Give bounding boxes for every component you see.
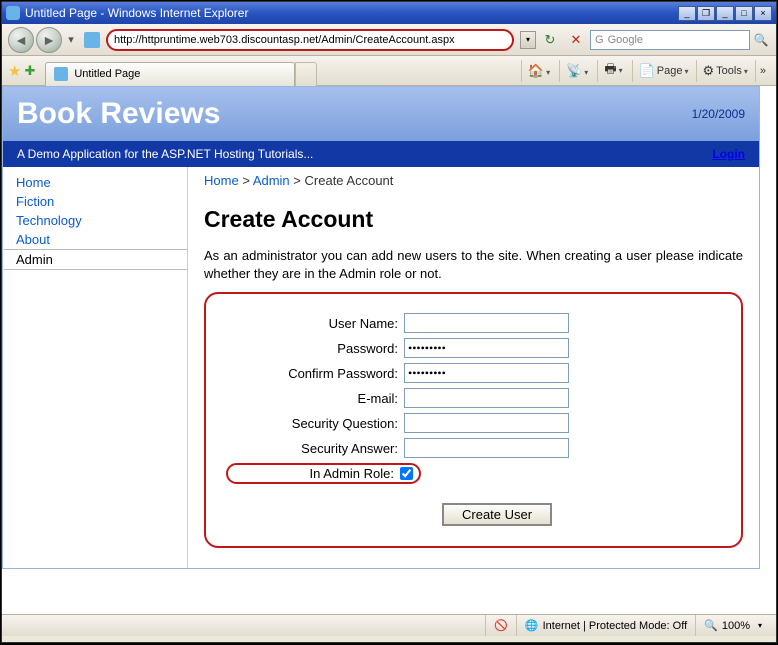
page-menu[interactable]: Page <box>657 65 689 77</box>
breadcrumb-home[interactable]: Home <box>204 173 239 188</box>
sidebar-item-admin[interactable]: Admin <box>4 249 187 270</box>
admin-role-checkbox[interactable] <box>400 467 413 480</box>
tools-menu[interactable]: Tools <box>716 65 748 77</box>
address-input[interactable] <box>114 34 506 46</box>
restore-down-button[interactable]: ❐ <box>697 6 715 21</box>
refresh-button[interactable]: ↻ <box>540 30 560 50</box>
forward-button[interactable]: ► <box>36 27 62 53</box>
expand-commands[interactable]: » <box>760 65 766 77</box>
intro-text: As an administrator you can add new user… <box>204 247 743 282</box>
form-highlight: User Name: Password: Confirm Password: <box>204 292 743 548</box>
feeds-button[interactable]: 📡 <box>566 63 588 79</box>
security-question-input[interactable] <box>404 413 569 433</box>
close-button[interactable]: × <box>754 6 772 21</box>
home-button[interactable]: 🏠 <box>528 63 550 79</box>
favorites-icon[interactable]: ★ <box>8 62 21 80</box>
content-area: Book Reviews 1/20/2009 A Demo Applicatio… <box>2 86 776 614</box>
tab-page-icon <box>54 67 68 81</box>
status-zone-text: Internet | Protected Mode: Off <box>543 620 688 632</box>
back-button[interactable]: ◄ <box>8 27 34 53</box>
tools-menu-icon: ⚙ <box>703 63 715 79</box>
stop-button[interactable]: ✕ <box>566 30 586 50</box>
zoom-icon[interactable]: 🔍 <box>704 619 718 632</box>
sidebar-item-technology[interactable]: Technology <box>4 211 187 230</box>
label-email: E-mail: <box>226 391 398 406</box>
main-content: Home > Admin > Create Account Create Acc… <box>188 167 759 568</box>
confirm-password-input[interactable] <box>404 363 569 383</box>
label-security-question: Security Question: <box>226 416 398 431</box>
browser-tab[interactable]: Untitled Page <box>45 62 295 86</box>
ie-window: Untitled Page - Windows Internet Explore… <box>1 1 777 643</box>
login-link[interactable]: Login <box>712 147 745 161</box>
header-date: 1/20/2009 <box>692 107 745 121</box>
sidebar: Home Fiction Technology About Admin <box>3 167 188 568</box>
nav-history-dropdown[interactable]: ▾ <box>64 27 78 53</box>
label-confirm-password: Confirm Password: <box>226 366 398 381</box>
maximize-button[interactable]: □ <box>735 6 753 21</box>
print-button[interactable]: 🖶 <box>604 60 622 82</box>
new-tab-button[interactable] <box>295 62 317 86</box>
breadcrumb-current: Create Account <box>305 173 394 188</box>
search-button[interactable]: 🔍 <box>752 33 770 47</box>
google-icon: G <box>595 34 604 46</box>
search-placeholder: Google <box>608 34 643 46</box>
globe-icon: 🌐 <box>525 619 539 632</box>
add-favorite-icon[interactable]: ✚ <box>24 63 35 79</box>
site-title: Book Reviews <box>17 97 220 131</box>
page-menu-icon: 📄 <box>639 63 655 79</box>
breadcrumb-admin[interactable]: Admin <box>253 173 290 188</box>
breadcrumb: Home > Admin > Create Account <box>204 173 743 188</box>
password-input[interactable] <box>404 338 569 358</box>
search-box[interactable]: G Google <box>590 30 750 50</box>
zoom-level: 100% <box>722 620 750 632</box>
minimize-button-2[interactable]: _ <box>716 6 734 21</box>
sidebar-item-about[interactable]: About <box>4 230 187 249</box>
address-dropdown[interactable]: ▾ <box>520 31 536 49</box>
role-highlight: In Admin Role: <box>226 463 421 484</box>
sidebar-item-fiction[interactable]: Fiction <box>4 192 187 211</box>
email-input[interactable] <box>404 388 569 408</box>
ie-logo-icon <box>6 6 20 20</box>
titlebar: Untitled Page - Windows Internet Explore… <box>2 2 776 24</box>
page-heading: Create Account <box>204 206 743 233</box>
label-security-answer: Security Answer: <box>226 441 398 456</box>
label-admin-role: In Admin Role: <box>228 466 394 481</box>
create-user-button[interactable]: Create User <box>442 503 552 526</box>
address-bar-highlight <box>106 29 514 51</box>
label-username: User Name: <box>226 316 398 331</box>
security-answer-input[interactable] <box>404 438 569 458</box>
minimize-button[interactable]: _ <box>678 6 696 21</box>
tabbar: ★ ✚ Untitled Page 🏠 📡 🖶 📄Page ⚙Tools » <box>2 56 776 86</box>
label-password: Password: <box>226 341 398 356</box>
navbar: ◄ ► ▾ ▾ ↻ ✕ G Google 🔍 <box>2 24 776 56</box>
page-icon <box>84 32 100 48</box>
subheader-text: A Demo Application for the ASP.NET Hosti… <box>17 147 313 161</box>
subheader: A Demo Application for the ASP.NET Hosti… <box>3 141 759 167</box>
window-title: Untitled Page - Windows Internet Explore… <box>25 6 248 20</box>
username-input[interactable] <box>404 313 569 333</box>
page-header: Book Reviews 1/20/2009 <box>3 87 759 141</box>
statusbar: 🚫 🌐 Internet | Protected Mode: Off 🔍 100% ▾ <box>2 614 776 636</box>
tab-label: Untitled Page <box>74 68 140 80</box>
zoom-dropdown[interactable]: ▾ <box>758 621 762 630</box>
sidebar-item-home[interactable]: Home <box>4 173 187 192</box>
addon-disabled-icon[interactable]: 🚫 <box>494 619 508 632</box>
